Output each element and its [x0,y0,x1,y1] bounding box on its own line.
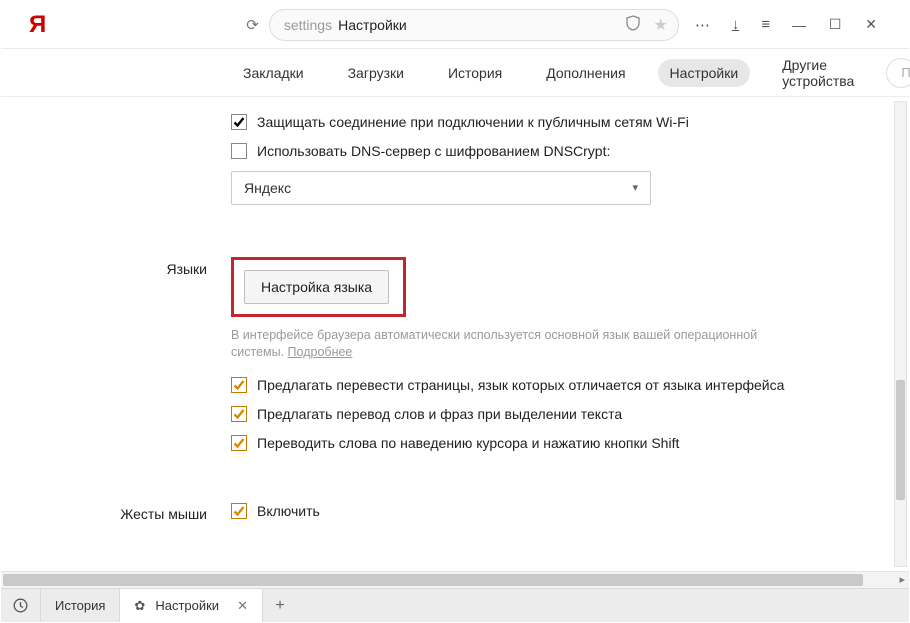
label-gestures-enable: Включить [257,502,320,521]
tab-settings-bottom[interactable]: ✿ Настройки ✕ [120,589,263,622]
omnibox-title: Настройки [338,17,407,33]
dns-server-select[interactable]: Яндекс ▾ [231,171,651,205]
label-translate-pages: Предлагать перевести страницы, язык кото… [257,376,784,395]
tab-history-label: История [55,598,105,613]
annotation-highlight: Настройка языка [231,257,406,317]
more-icon[interactable]: ⋯ [695,16,710,34]
tab-history-bottom[interactable]: История [41,589,120,622]
downloads-icon[interactable]: ↓ [732,16,740,33]
window-maximize-icon[interactable]: ☐ [828,16,842,33]
horizontal-scrollbar[interactable]: ▸ [1,571,909,588]
recent-icon[interactable] [1,589,41,622]
window-minimize-icon[interactable]: — [792,17,806,33]
tab-downloads[interactable]: Загрузки [336,59,416,87]
tab-settings[interactable]: Настройки [658,59,751,87]
chevron-down-icon: ▾ [632,181,638,194]
vertical-scroll-thumb[interactable] [896,380,905,500]
window-close-icon[interactable]: ✕ [864,16,878,33]
dns-server-value: Яндекс [244,180,291,196]
tab-devices[interactable]: Другие устройства [770,51,866,95]
omnibox[interactable]: settings Настройки ★ [269,9,679,41]
label-wifi-protect: Защищать соединение при подключении к пу… [257,113,689,132]
bookmark-star-icon[interactable]: ★ [653,15,667,35]
tab-settings-label: Настройки [155,598,219,613]
tab-history[interactable]: История [436,59,514,87]
protect-icon[interactable] [619,15,647,34]
new-tab-button[interactable]: + [263,589,297,622]
label-dnscrypt: Использовать DNS-сервер с шифрованием DN… [257,142,610,161]
tab-close-icon[interactable]: ✕ [237,598,248,614]
checkbox-dnscrypt[interactable] [231,143,247,159]
titlebar: Я ⟳ settings Настройки ★ ⋯ ↓ ≡ — ☐ ✕ [1,1,909,49]
checkbox-translate-selection[interactable] [231,406,247,422]
language-settings-button[interactable]: Настройка языка [244,270,389,304]
menu-icon[interactable]: ≡ [761,16,770,33]
tab-addons[interactable]: Дополнения [534,59,637,87]
omnibox-scheme: settings [284,17,332,33]
settings-content: Защищать соединение при подключении к пу… [1,97,909,571]
vertical-scrollbar[interactable] [894,101,907,567]
label-translate-selection: Предлагать перевод слов и фраз при выдел… [257,405,622,424]
section-languages-label: Языки [1,257,231,277]
label-hover-shift: Переводить слова по наведению курсора и … [257,434,679,453]
settings-nav: Закладки Загрузки История Дополнения Нас… [1,49,909,97]
checkbox-gestures-enable[interactable] [231,503,247,519]
horizontal-scroll-thumb[interactable] [3,574,863,586]
languages-more-link[interactable]: Подробнее [288,345,353,359]
reload-icon[interactable]: ⟳ [236,16,269,34]
yandex-logo: Я [29,11,46,39]
checkbox-hover-shift[interactable] [231,435,247,451]
section-gestures-label: Жесты мыши [1,502,231,522]
checkbox-wifi-protect[interactable] [231,114,247,130]
gear-icon: ✿ [134,598,145,614]
scroll-right-arrow-icon[interactable]: ▸ [899,573,905,586]
languages-hint: В интерфейсе браузера автоматически испо… [231,327,791,362]
settings-search-input[interactable]: Поиск н [886,58,910,88]
tabstrip: История ✿ Настройки ✕ + [1,588,909,622]
checkbox-translate-pages[interactable] [231,377,247,393]
tab-bookmarks[interactable]: Закладки [231,59,316,87]
